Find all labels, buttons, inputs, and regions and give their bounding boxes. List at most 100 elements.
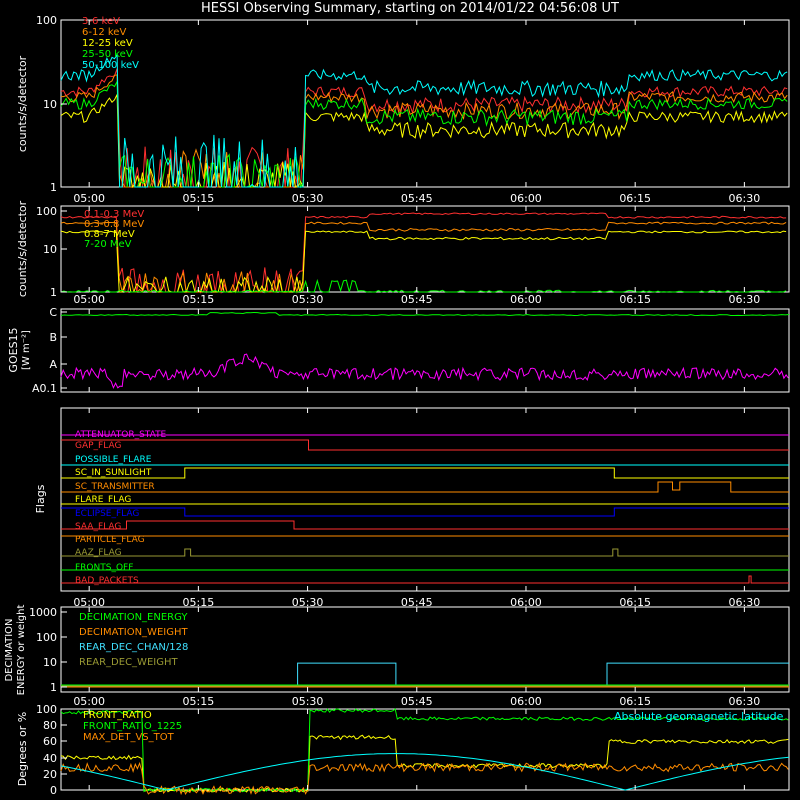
flag-label: POSSIBLE_FLARE — [75, 455, 152, 465]
y-tick-label: 1000 — [29, 606, 57, 619]
y-axis-label: counts/s/detector — [16, 55, 29, 152]
y-tick-label: A0.1 — [32, 382, 57, 395]
y-axis-label: counts/s/detector — [16, 200, 29, 297]
legend: DECIMATION_ENERGY DECIMATION_WEIGHT REAR_D… — [79, 612, 188, 668]
legend-entry: 50-100 keV — [82, 60, 139, 71]
y-axis-label: Degrees or % — [16, 712, 29, 786]
flag-label: SC_IN_SUNLIGHT — [75, 468, 152, 478]
y-tick-label: 1 — [50, 286, 57, 299]
panel-flags: ATTENUATOR_STATEGAP_FLAG POSSIBLE_FLARE SC… — [34, 407, 790, 609]
x-tick-label: 05:00 — [73, 192, 105, 205]
y-tick-label: B — [49, 331, 57, 344]
legend-entry: 7-20 MeV — [84, 239, 132, 250]
flag-label: FRONTS_OFF — [75, 563, 133, 573]
y-tick-labels: 0 20 40 60 80 100 — [36, 703, 67, 797]
x-tick-label: 06:30 — [729, 695, 761, 708]
y-tick-label: 60 — [43, 735, 57, 748]
panel-frame — [60, 205, 790, 293]
flag-line-sc-transmitter — [61, 481, 789, 493]
x-tick-label: 05:45 — [401, 192, 433, 205]
x-tick-label: 06:30 — [729, 192, 761, 205]
legend: FRONT_RATIOFRONT_RATIO_1225MAX_DET_VS_TO… — [83, 710, 784, 743]
legend-entry: FRONT_RATIO — [83, 710, 152, 721]
y-tick-label: 80 — [43, 719, 57, 732]
panel-ratios: 0 20 40 60 80 100 FRONT_RATIOFRONT_RATIO_1225… — [16, 703, 790, 797]
y-axis-label: DECIMATION — [4, 618, 15, 681]
legend-entry: REAR_DEC_WEIGHT — [79, 657, 178, 668]
panel-high-energy-rates: 1 10 100 05:00 05:15 05:30 05:45 06:00 06:15 06:… — [16, 200, 790, 306]
y-tick-label: 40 — [43, 752, 57, 765]
legend-entry: 12-25 keV — [82, 38, 133, 49]
y-tick-label: C — [49, 306, 57, 319]
series-0-3-0-8-mev — [60, 221, 787, 294]
x-tick-label: 06:15 — [619, 192, 651, 205]
legend-entry: 3-6 keV — [82, 16, 120, 27]
panel-low-energy-rates: 1 10 100 05:00 05:15 05:30 05:45 06:00 06:15 06:… — [16, 14, 790, 205]
legend-entry: DECIMATION_WEIGHT — [79, 627, 188, 638]
series-0-1-0-3-mev — [60, 212, 787, 294]
flag-line-eclipse-flag — [61, 507, 789, 517]
x-tick-labels: 05:00 05:15 05:30 05:45 06:00 06:15 06:30 — [73, 293, 760, 306]
legend-entry: DECIMATION_ENERGY — [79, 612, 188, 623]
y-tick-label: 1 — [50, 181, 57, 194]
flag-label: ATTENUATOR_STATE — [75, 430, 167, 440]
x-tick-labels: 05:00 05:15 05:30 05:45 06:00 06:15 06:30 — [73, 695, 760, 708]
flag-label: SAA_FLAG — [75, 522, 121, 532]
x-tick-label: 06:00 — [510, 293, 542, 306]
x-tick-label: 05:30 — [292, 695, 324, 708]
panel-goes: A0.1 A BC GOES15 [W m⁻²] — [7, 306, 790, 395]
flag-label: GAP_FLAG — [75, 441, 121, 451]
flag-line-sc-in-sunlight — [61, 467, 789, 479]
y-tick-label: 100 — [36, 14, 57, 27]
y-axis-label-2: ENERGY or weight — [16, 605, 27, 696]
y-axis-label: GOES15 — [7, 327, 20, 372]
legend-entry: 6-12 keV — [82, 27, 126, 38]
y-tick-label: 100 — [36, 703, 57, 716]
panel-frame — [60, 308, 790, 393]
y-axis-label: Flags — [34, 484, 47, 513]
y-tick-labels: 1 10 100 — [36, 14, 67, 194]
legend: 0.1-0.3 MeV0.3-0.8 MeV0.8-7 MeV7-20 MeV — [84, 209, 144, 250]
x-tick-label: 06:15 — [619, 293, 651, 306]
y-axis-units: [W m⁻²] — [21, 330, 32, 370]
flag-line-gap-flag — [61, 439, 789, 451]
x-tick-label: 05:30 — [292, 192, 324, 205]
y-tick-labels: A0.1 A BC — [32, 306, 67, 395]
y-tick-label: 10 — [43, 98, 57, 111]
flag-label: FLARE_FLAG — [75, 495, 131, 505]
panel-decimation: 1 10 100 1000 05:00 05:15 05:30 05:45 06:00 06:1… — [4, 605, 790, 708]
x-tick-label: 05:15 — [183, 695, 215, 708]
series-0-8-7-mev — [60, 230, 787, 294]
flag-label: BAD_PACKETS — [75, 576, 139, 586]
hessi-summary-figure: HESSI Observing Summary, starting on 201… — [4, 1, 790, 797]
figure-title: HESSI Observing Summary, starting on 201… — [201, 1, 619, 16]
y-tick-label: 0 — [50, 784, 57, 797]
y-tick-label: 1 — [50, 681, 57, 694]
x-tick-label: 05:30 — [292, 293, 324, 306]
legend-entry: MAX_DET_VS_TOT — [83, 732, 175, 743]
y-tick-label: A — [49, 358, 57, 371]
legend-entry: 25-50 keV — [82, 49, 133, 60]
flag-label: SC_TRANSMITTER — [75, 482, 155, 492]
y-tick-label: 20 — [43, 768, 57, 781]
flag-label: AAZ_FLAG — [75, 548, 122, 558]
y-tick-label: 100 — [36, 631, 57, 644]
legend-entry: FRONT_RATIO_1225 — [83, 721, 182, 732]
series-goes-long — [60, 311, 790, 317]
x-tick-label: 06:00 — [510, 192, 542, 205]
flag-label: PARTICLE_FLAG — [75, 535, 145, 545]
series-goes-short — [60, 353, 789, 389]
series-front-ratio — [60, 734, 789, 793]
x-tick-label: 05:15 — [183, 192, 215, 205]
x-tick-label: 06:00 — [510, 695, 542, 708]
legend: 3-6 keV6-12 keV12-25 keV25-50 keV50-100 … — [82, 16, 139, 71]
x-tick-label: 05:00 — [73, 293, 105, 306]
x-tick-label: 05:15 — [183, 293, 215, 306]
legend-entry: Absolute geomagnetic latitude — [614, 710, 784, 723]
x-tick-label: 05:45 — [401, 695, 433, 708]
series-geomagnetic-latitude — [60, 752, 790, 791]
y-tick-label: 10 — [43, 656, 57, 669]
x-tick-label: 05:45 — [401, 293, 433, 306]
flag-line-saa-flag — [61, 520, 789, 530]
flag-line-aaz-flag — [61, 548, 789, 557]
